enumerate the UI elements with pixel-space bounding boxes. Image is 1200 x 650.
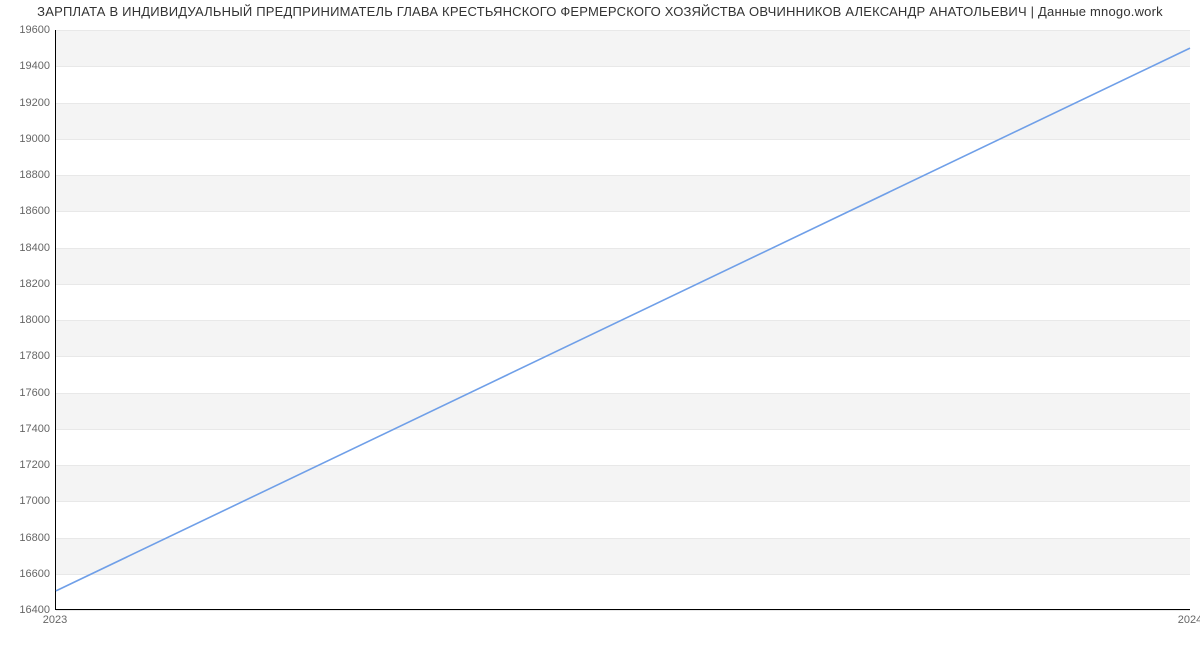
y-tick-label: 19200 xyxy=(5,97,50,109)
y-tick-label: 18400 xyxy=(5,242,50,254)
plot-area xyxy=(55,30,1190,610)
gridline xyxy=(56,610,1190,611)
y-tick-label: 16800 xyxy=(5,532,50,544)
y-tick-label: 17600 xyxy=(5,387,50,399)
line-series xyxy=(56,30,1190,609)
y-tick-label: 18800 xyxy=(5,169,50,181)
y-tick-label: 19000 xyxy=(5,133,50,145)
x-tick-label: 2023 xyxy=(43,614,67,626)
chart-title: ЗАРПЛАТА В ИНДИВИДУАЛЬНЫЙ ПРЕДПРИНИМАТЕЛ… xyxy=(0,4,1200,19)
y-tick-label: 18000 xyxy=(5,314,50,326)
y-tick-label: 16600 xyxy=(5,568,50,580)
y-tick-label: 17400 xyxy=(5,423,50,435)
y-tick-label: 17200 xyxy=(5,459,50,471)
y-tick-label: 19600 xyxy=(5,24,50,36)
y-tick-label: 17000 xyxy=(5,495,50,507)
y-tick-label: 19400 xyxy=(5,60,50,72)
y-tick-label: 17800 xyxy=(5,350,50,362)
y-tick-label: 18200 xyxy=(5,278,50,290)
y-tick-label: 18600 xyxy=(5,205,50,217)
x-tick-label: 2024 xyxy=(1178,614,1200,626)
series-line xyxy=(56,48,1190,591)
